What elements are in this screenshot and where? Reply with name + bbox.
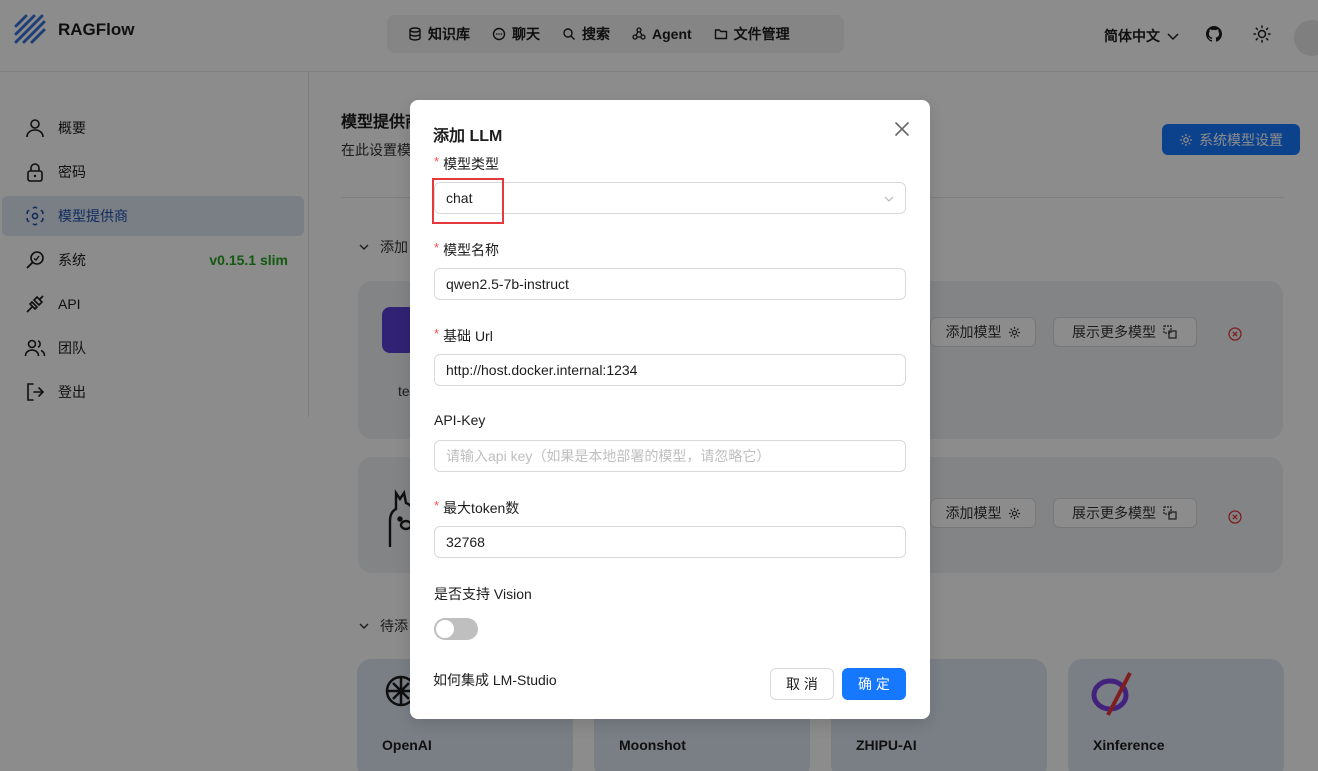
confirm-button[interactable]: 确 定 — [842, 668, 906, 700]
close-icon[interactable] — [893, 120, 911, 138]
modal-title: 添加 LLM — [433, 128, 503, 145]
max-tokens-input[interactable]: 32768 — [434, 526, 906, 558]
field-label-text: 基础 Url — [443, 328, 493, 344]
input-value: 32768 — [446, 534, 485, 550]
input-value: qwen2.5-7b-instruct — [446, 276, 569, 292]
input-value: http://host.docker.internal:1234 — [446, 362, 638, 378]
required-mark: * — [434, 240, 440, 255]
add-llm-modal: 添加 LLM * 模型类型 chat * 模型名称 qwen2.5-7b-ins… — [410, 100, 930, 719]
chevron-down-icon — [884, 196, 894, 202]
cancel-button[interactable]: 取 消 — [770, 668, 834, 700]
field-label-text: 是否支持 Vision — [434, 586, 532, 602]
field-label-text: API-Key — [434, 412, 486, 428]
field-label-text: 模型名称 — [443, 242, 500, 258]
vision-toggle[interactable] — [434, 618, 478, 640]
required-mark: * — [434, 326, 440, 341]
toggle-knob — [436, 620, 454, 638]
vision-label: 是否支持 Vision — [434, 584, 532, 604]
model-type-select[interactable]: chat — [434, 182, 906, 214]
field-label-text: 最大token数 — [443, 500, 520, 516]
max-tokens-label: * 最大token数 — [434, 498, 519, 518]
model-name-input[interactable]: qwen2.5-7b-instruct — [434, 268, 906, 300]
highlight-box — [432, 178, 504, 224]
lm-studio-help-link[interactable]: 如何集成 LM-Studio — [433, 670, 557, 690]
api-key-input[interactable]: 请输入api key（如果是本地部署的模型，请忽略它） — [434, 440, 906, 472]
model-name-label: * 模型名称 — [434, 240, 499, 260]
api-key-label: API-Key — [434, 412, 485, 428]
field-label-text: 模型类型 — [443, 156, 500, 172]
required-mark: * — [434, 498, 440, 513]
input-placeholder: 请输入api key（如果是本地部署的模型，请忽略它） — [446, 448, 771, 464]
required-mark: * — [434, 154, 440, 169]
model-type-label: * 模型类型 — [434, 154, 499, 174]
base-url-input[interactable]: http://host.docker.internal:1234 — [434, 354, 906, 386]
base-url-label: * 基础 Url — [434, 326, 493, 346]
